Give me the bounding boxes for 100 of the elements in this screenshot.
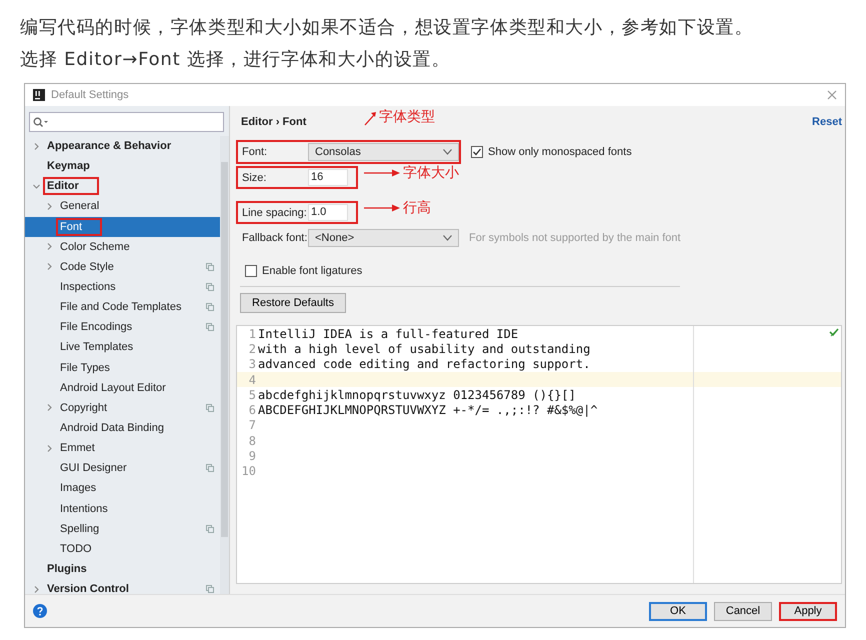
tree-item[interactable]: Inspections xyxy=(25,276,220,298)
tree-item-label: Appearance & Behavior xyxy=(46,139,172,154)
font-dropdown[interactable]: <None> xyxy=(308,229,459,247)
tree-item-label: Code Style xyxy=(59,260,115,275)
field-label: Line spacing: xyxy=(242,206,308,218)
dialog-button[interactable]: Apply xyxy=(779,602,837,620)
line-number: 10 xyxy=(240,464,257,478)
tree-item-label: Spelling xyxy=(59,522,100,537)
font-dropdown[interactable]: Consolas xyxy=(308,143,459,161)
tree-item[interactable]: Live Templates xyxy=(25,337,220,358)
input-field[interactable]: 1.0 xyxy=(308,204,348,221)
tree-item-label: Inspections xyxy=(59,280,117,296)
chevron-icon[interactable] xyxy=(46,243,53,250)
tree-item[interactable]: Copyright xyxy=(25,398,220,418)
tree-item[interactable]: Android Data Binding xyxy=(25,418,220,438)
chevron-icon[interactable] xyxy=(46,404,53,412)
line-number: 3 xyxy=(248,357,257,372)
caret-icon xyxy=(443,149,452,155)
monospace-checkbox[interactable]: Show only monospaced fonts xyxy=(471,146,632,158)
input-field[interactable]: 16 xyxy=(308,169,348,186)
tree-item-label: Android Layout Editor xyxy=(59,380,167,396)
restore-defaults-button[interactable]: Restore Defaults xyxy=(240,293,346,313)
intro-text: 选择 Editor→Font 选择，进行字体和大小的设置。 xyxy=(19,48,452,72)
tree-item-label: Live Templates xyxy=(59,340,134,356)
tree-item[interactable]: Spelling xyxy=(25,518,220,539)
dialog-button[interactable]: OK xyxy=(649,602,707,620)
check-icon xyxy=(472,147,482,157)
tree-item-label: TODO xyxy=(59,542,93,557)
code-line: IntelliJ IDEA is a full-featured IDE xyxy=(258,326,518,341)
intro-text: 编写代码的时候，字体类型和大小如果不适合，想设置字体类型和大小，参考如下设置。 xyxy=(19,16,754,40)
reset-link[interactable]: Reset xyxy=(812,116,842,128)
tree-item[interactable]: Appearance & Behavior xyxy=(25,136,220,156)
tree-item-label: File Types xyxy=(59,360,111,376)
line-number: 9 xyxy=(248,449,257,464)
tree-item-label: Plugins xyxy=(46,562,88,578)
caret-icon xyxy=(443,235,452,241)
tree-item[interactable]: Code Style xyxy=(25,256,220,277)
tree-item[interactable]: File and Code Templates xyxy=(25,297,220,318)
chevron-icon[interactable] xyxy=(33,586,40,593)
line-number: 6 xyxy=(248,403,257,418)
tree-item-label: Intentions xyxy=(59,502,109,517)
tree-item-label: Android Data Binding xyxy=(59,421,165,436)
dialog-title: Default Settings xyxy=(51,89,129,101)
chevron-icon[interactable] xyxy=(33,142,40,150)
line-number: 5 xyxy=(248,388,257,402)
check-icon xyxy=(829,328,839,337)
dialog-button[interactable]: Cancel xyxy=(714,602,772,620)
annotation-arrow xyxy=(364,112,376,126)
tree-item-label: Editor xyxy=(43,177,99,196)
chevron-icon[interactable] xyxy=(46,263,53,270)
ligatures-checkbox[interactable]: Enable font ligatures xyxy=(245,265,842,277)
help-icon[interactable] xyxy=(33,604,47,618)
tree-item-label: File and Code Templates xyxy=(59,300,182,316)
app-logo-icon xyxy=(33,89,45,101)
annotation-text: 字体类型 xyxy=(379,108,435,126)
hint-text: For symbols not supported by the main font xyxy=(469,232,681,244)
tree-item[interactable]: General xyxy=(25,196,220,217)
annotation-arrow xyxy=(364,204,400,212)
tree-item-label: Emmet xyxy=(59,441,96,456)
code-line: abcdefghijklmnopqrstuvwxyz 0123456789 (){}[] xyxy=(258,388,576,402)
tree-item[interactable]: Images xyxy=(25,478,220,499)
annotation-arrow xyxy=(364,169,400,177)
code-line: with a high level of usability and outstanding xyxy=(258,342,590,356)
line-number: 8 xyxy=(248,434,257,448)
tree-item[interactable]: Font xyxy=(25,216,220,237)
search-icon xyxy=(33,117,49,127)
breadcrumb: Editor › Font xyxy=(241,116,306,128)
chevron-icon[interactable] xyxy=(46,444,53,452)
tree-item-label: GUI Designer xyxy=(59,461,128,476)
tree-item[interactable]: File Types xyxy=(25,358,220,378)
scrollbar[interactable] xyxy=(220,136,229,594)
field-label: Fallback font: xyxy=(242,232,308,244)
line-number: 2 xyxy=(248,342,257,356)
annotation-text: 行高 xyxy=(403,199,431,217)
chevron-icon[interactable] xyxy=(46,202,53,210)
tree-item[interactable]: Keymap xyxy=(25,156,220,176)
line-number: 4 xyxy=(248,372,257,387)
tree-item[interactable]: Plugins xyxy=(25,558,220,580)
field-label: Size: xyxy=(242,172,268,184)
tree-item[interactable]: File Encodings xyxy=(25,317,220,338)
tree-item[interactable]: TODO xyxy=(25,538,220,559)
tree-item[interactable]: Version Control xyxy=(25,579,220,594)
tree-item[interactable]: Color Scheme xyxy=(25,236,220,257)
chevron-icon[interactable] xyxy=(33,182,40,190)
line-number: 1 xyxy=(248,326,257,341)
code-line: ABCDEFGHIJKLMNOPQRSTUVWXYZ +-*/= .,;:!? #&$%@|^ xyxy=(258,403,598,418)
tree-item-label: Version Control xyxy=(46,582,130,594)
close-icon[interactable] xyxy=(827,90,837,100)
tree-item[interactable]: Emmet xyxy=(25,438,220,458)
tree-item[interactable]: Intentions xyxy=(25,498,220,519)
tree-item-label: Keymap xyxy=(46,159,91,174)
tree-item-label: Copyright xyxy=(59,400,108,416)
tree-item-label: Images xyxy=(59,481,98,496)
search-field[interactable] xyxy=(29,112,224,132)
tree-item-label: File Encodings xyxy=(59,320,134,336)
line-number: 7 xyxy=(248,418,257,432)
tree-item-label: Color Scheme xyxy=(59,240,131,255)
tree-item[interactable]: Android Layout Editor xyxy=(25,378,220,398)
tree-item[interactable]: GUI Designer xyxy=(25,458,220,478)
tree-item[interactable]: Editor xyxy=(25,176,220,196)
